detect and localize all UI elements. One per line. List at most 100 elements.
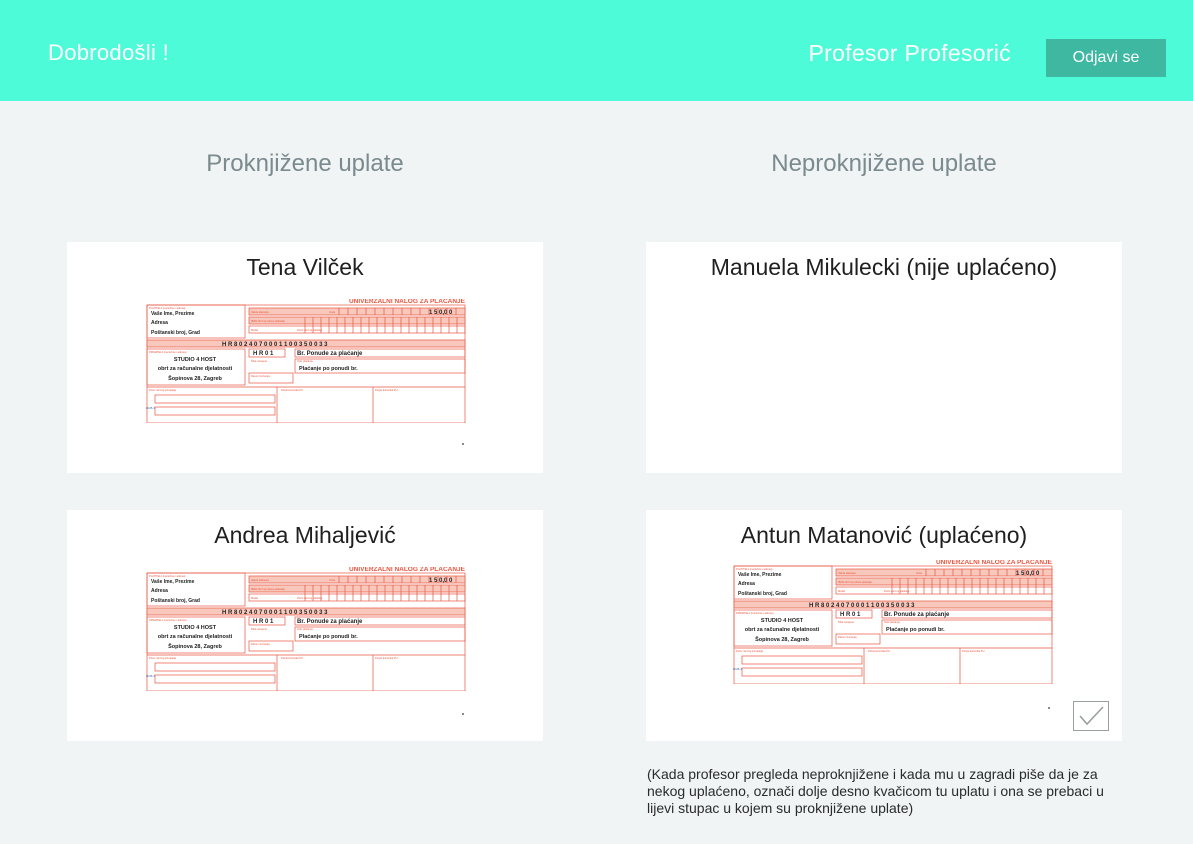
logout-button[interactable]: Odjavi se: [1046, 39, 1166, 77]
ref-label: Poziv na broj primatelja: [736, 649, 764, 653]
amount-value: 1 5 0,0 0: [429, 310, 453, 316]
unbooked-column-title: Neproknjižene uplate: [771, 150, 997, 177]
recipient-line: STUDIO 4 HOST: [174, 625, 217, 631]
amount-value: 1 5 0,0 0: [429, 578, 453, 584]
payer-name: Tena Vilček: [246, 254, 364, 280]
payer-name: Antun Matanović (uplaćeno): [740, 522, 1028, 548]
desc-label: Opis plaćanja: [884, 620, 900, 624]
instruction-note: (Kada profesor pregleda neproknjižene i …: [647, 766, 1104, 816]
recipient-line: STUDIO 4 HOST: [761, 618, 804, 624]
description-value: Plaćanje po ponudi br.: [299, 634, 358, 640]
bottom-box: [154, 406, 276, 416]
amount-value: 1 5 0,0 0: [1016, 571, 1040, 577]
payment-card[interactable]: Antun Matanović (uplaćeno) UNIVERZALNI N…: [646, 510, 1122, 741]
ref-payer-label: Poziv na broj platitelja: [297, 328, 323, 332]
date-label: Datum izvršenja: [251, 374, 270, 378]
iban-value: H R 8 0 2 4 0 7 0 0 0 1 1 0 0 3 5 0 0 3 …: [809, 603, 915, 609]
user-name: Profesor Profesorić: [808, 40, 1011, 66]
ref-payer-row: [248, 593, 466, 602]
payer-line: Adresa: [738, 581, 755, 587]
payer-line: Poštanski broj, Grad: [151, 598, 200, 604]
welcome-text: Dobrodošli !: [48, 40, 169, 65]
payment-slip-graphic: UNIVERZALNI NALOG ZA PLAĆANJE PLATITELJ (…: [733, 560, 1053, 684]
payment-slip-image[interactable]: UNIVERZALNI NALOG ZA PLAĆANJE PLATITELJ (…: [145, 567, 467, 691]
slip-dot: [462, 443, 464, 445]
amount-label: Iznos: [329, 578, 336, 582]
amount-label: Iznos: [916, 571, 923, 575]
stamp-label: Pečat korisnika PU: [281, 388, 303, 392]
currency-label: Valuta plaćanja: [251, 310, 269, 314]
payer-line: Adresa: [151, 588, 168, 594]
code-label: Šifra namjene: [838, 619, 855, 624]
reference-value: Br. Ponude za plaćanje: [884, 612, 950, 618]
booked-column-title: Proknjižene uplate: [206, 150, 404, 177]
stamp-label: Pečat korisnika PU: [868, 649, 890, 653]
model-value: H R 0 1: [253, 619, 274, 625]
currency-label: Valuta plaćanja: [251, 578, 269, 582]
slip-header: UNIVERZALNI NALOG ZA PLAĆANJE: [936, 560, 1053, 566]
recipient-line: obrt za računalne djelatnosti: [158, 634, 233, 640]
code-label: Šifra namjene: [251, 358, 268, 363]
mark-booked-checkbox[interactable]: [1073, 701, 1109, 731]
iban-value: H R 8 0 2 4 0 7 0 0 0 1 1 0 0 3 5 0 0 3 …: [222, 342, 328, 348]
ref-label: Poziv na broj primatelja: [149, 656, 177, 660]
payment-slip-image[interactable]: UNIVERZALNI NALOG ZA PLAĆANJE PLATITELJ (…: [145, 299, 467, 423]
payment-card[interactable]: Tena Vilček UNIVERZALNI NALOG ZA PLAĆANJ…: [67, 242, 543, 473]
payer-label: PLATITELJ (naziv/ime i adresa): [149, 306, 186, 310]
model-value: H R 0 1: [840, 612, 861, 618]
recipient-line: obrt za računalne djelatnosti: [745, 627, 820, 633]
ref-payer-row: [248, 325, 466, 334]
bottom-box: [741, 655, 863, 665]
recipient-line: STUDIO 4 HOST: [174, 357, 217, 363]
payer-name: Andrea Mihaljević: [214, 522, 396, 548]
slip-header: UNIVERZALNI NALOG ZA PLAĆANJE: [349, 567, 466, 573]
recipient-line: obrt za računalne djelatnosti: [158, 366, 233, 372]
bottom-box: [154, 394, 276, 404]
slip-dot: [462, 713, 464, 715]
recipient-line: Šopinova 28, Zagreb: [755, 635, 809, 643]
amount-label: Iznos: [329, 310, 336, 314]
reference-value: Br. Ponude za plaćanje: [297, 619, 363, 625]
payer-line: Vaše Ime, Prezime: [151, 311, 195, 317]
payer-line: Poštanski broj, Grad: [151, 330, 200, 336]
bottom-box: [154, 674, 276, 684]
desc-label: Opis plaćanja: [297, 627, 313, 631]
side-code: HUB-3: [733, 667, 742, 671]
description-value: Plaćanje po ponudi br.: [886, 627, 945, 633]
payer-label: PLATITELJ (naziv/ime i adresa): [149, 574, 186, 578]
recipient-label: PRIMATELJ (naziv/ime i adresa): [149, 350, 187, 354]
stamp-label: Pečat korisnika PU: [281, 656, 303, 660]
iban-label: IBAN i/ili broj računa platitelja: [251, 587, 285, 591]
model-label: Model: [838, 589, 845, 593]
payer-name: Manuela Mikulecki (nije uplaćeno): [710, 254, 1058, 280]
date-label: Datum izvršenja: [838, 635, 857, 639]
payment-slip-graphic: UNIVERZALNI NALOG ZA PLAĆANJE PLATITELJ (…: [146, 567, 466, 691]
bottom-box: [154, 662, 276, 672]
sig-label: Potpis korisnika PU: [962, 649, 985, 653]
payment-card[interactable]: Andrea Mihaljević UNIVERZALNI NALOG ZA P…: [67, 510, 543, 741]
payer-label: PLATITELJ (naziv/ime i adresa): [736, 567, 773, 571]
payer-line: Poštanski broj, Grad: [738, 591, 787, 597]
payment-slip-image[interactable]: UNIVERZALNI NALOG ZA PLAĆANJE PLATITELJ (…: [732, 560, 1054, 684]
payer-line: Adresa: [151, 320, 168, 326]
recipient-label: PRIMATELJ (naziv/ime i adresa): [149, 618, 187, 622]
top-bar: Dobrodošli ! Profesor Profesorić Odjavi …: [0, 0, 1193, 101]
ref-payer-label: Poziv na broj platitelja: [297, 596, 323, 600]
reference-value: Br. Ponude za plaćanje: [297, 351, 363, 357]
payment-card[interactable]: Manuela Mikulecki (nije uplaćeno): [646, 242, 1122, 473]
iban-label: IBAN i/ili broj računa platitelja: [251, 319, 285, 323]
description-value: Plaćanje po ponudi br.: [299, 366, 358, 372]
model-label: Model: [251, 596, 258, 600]
side-code: HUB-3: [146, 406, 155, 410]
iban-label: IBAN i/ili broj računa platitelja: [838, 580, 872, 584]
payment-slip-graphic: UNIVERZALNI NALOG ZA PLAĆANJE PLATITELJ (…: [146, 299, 466, 423]
iban-value: H R 8 0 2 4 0 7 0 0 0 1 1 0 0 3 5 0 0 3 …: [222, 610, 328, 616]
model-label: Model: [251, 328, 258, 332]
ref-payer-label: Poziv na broj platitelja: [884, 589, 910, 593]
bottom-box: [741, 667, 863, 677]
slip-header: UNIVERZALNI NALOG ZA PLAĆANJE: [349, 299, 466, 305]
payer-line: Vaše Ime, Prezime: [151, 579, 195, 585]
checkmark-icon: [1079, 706, 1104, 726]
sig-label: Potpis korisnika PU: [375, 388, 398, 392]
sig-label: Potpis korisnika PU: [375, 656, 398, 660]
